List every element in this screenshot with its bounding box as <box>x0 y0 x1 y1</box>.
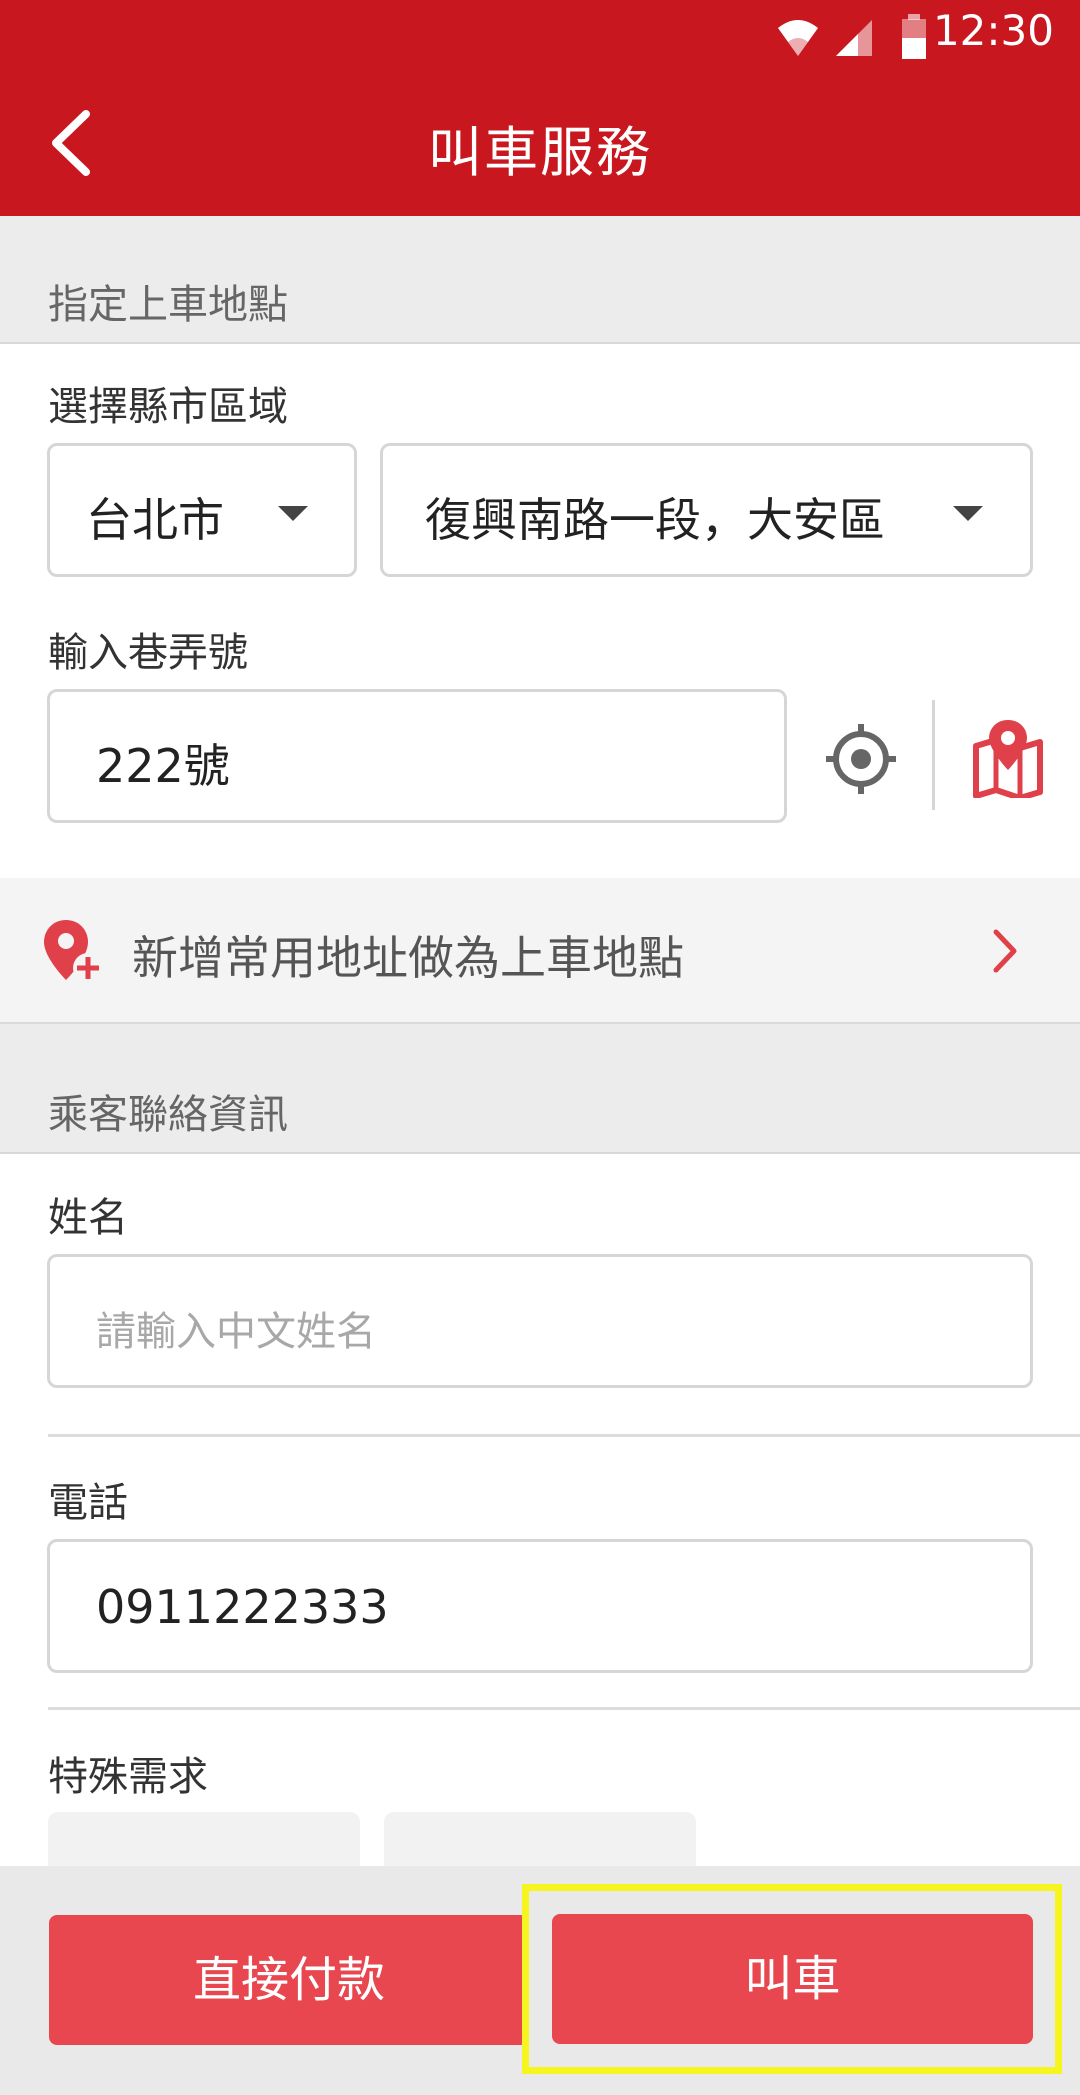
special-needs-label: 特殊需求 <box>48 1754 208 1800</box>
phone-input[interactable]: 0911222333 <box>47 1539 1033 1673</box>
direct-pay-button[interactable]: 直接付款 <box>49 1915 529 2045</box>
lane-input[interactable]: 222號 <box>47 689 787 823</box>
phone-label: 電話 <box>48 1480 128 1526</box>
section-header-contact: 乘客聯絡資訊 <box>0 1024 1080 1154</box>
name-label: 姓名 <box>48 1195 128 1241</box>
district-value: 復興南路一段，大安區 <box>425 493 885 547</box>
icon-divider <box>932 700 935 810</box>
city-value: 台北市 <box>86 493 224 547</box>
lane-value: 222號 <box>96 739 230 793</box>
add-favorite-address-label: 新增常用地址做為上車地點 <box>132 931 684 985</box>
divider <box>48 1707 1080 1710</box>
caret-down-icon <box>278 506 308 521</box>
signal-icon <box>836 20 872 56</box>
page-title: 叫車服務 <box>428 121 652 184</box>
region-label: 選擇縣市區域 <box>48 384 288 430</box>
phone-value: 0911222333 <box>96 1580 389 1634</box>
caret-down-icon <box>953 506 983 521</box>
map-pin-icon[interactable] <box>972 718 1044 798</box>
locate-crosshair-icon[interactable] <box>824 722 898 796</box>
divider <box>48 1434 1080 1437</box>
name-placeholder: 請輸入中文姓名 <box>96 1309 376 1355</box>
chevron-right-icon <box>993 929 1017 973</box>
section-title-contact: 乘客聯絡資訊 <box>48 1092 288 1138</box>
district-select[interactable]: 復興南路一段，大安區 <box>380 443 1033 577</box>
section-header-pickup: 指定上車地點 <box>0 216 1080 344</box>
lane-label: 輸入巷弄號 <box>48 630 248 676</box>
name-input[interactable]: 請輸入中文姓名 <box>47 1254 1033 1388</box>
add-location-icon <box>44 920 103 983</box>
section-title-pickup: 指定上車地點 <box>48 282 288 328</box>
status-time: 12:30 <box>932 6 1054 55</box>
battery-icon <box>902 14 926 59</box>
wifi-icon <box>778 20 818 56</box>
add-favorite-address-row[interactable]: 新增常用地址做為上車地點 <box>0 878 1080 1024</box>
city-select[interactable]: 台北市 <box>47 443 357 577</box>
call-car-button[interactable]: 叫車 <box>552 1914 1033 2044</box>
